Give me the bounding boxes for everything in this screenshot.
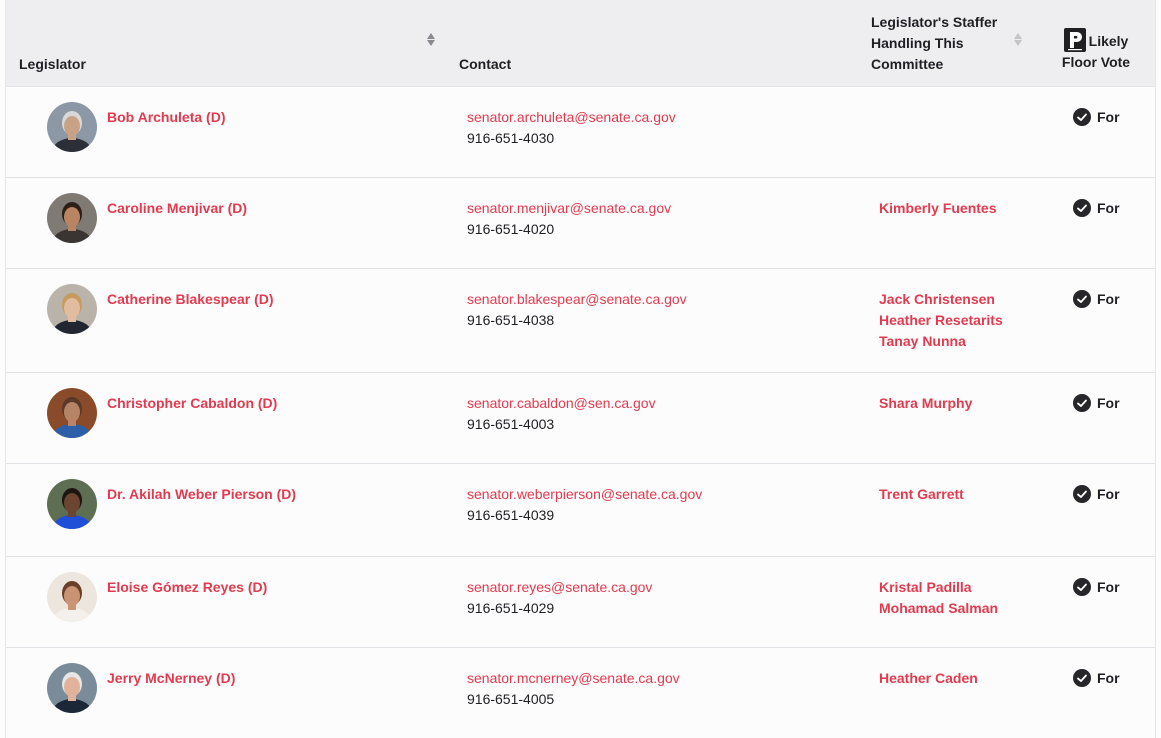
legislator-avatar[interactable]	[47, 193, 97, 243]
legislator-avatar[interactable]	[47, 102, 97, 152]
legislator-name-link[interactable]: Eloise Gómez Reyes (D)	[107, 577, 307, 598]
legislator-phone: 916-651-4029	[467, 600, 555, 616]
column-header-vote: Likely Floor Vote	[1056, 28, 1136, 73]
sort-staffer-icon[interactable]	[1013, 32, 1023, 50]
staffer-link[interactable]: Heather Caden	[879, 668, 978, 689]
table-row: Catherine Blakespear (D) senator.blakespe…	[6, 269, 1155, 373]
legislator-phone: 916-651-4020	[467, 221, 555, 237]
check-circle-icon	[1073, 485, 1091, 503]
column-header-legislator[interactable]: Legislator	[19, 54, 86, 75]
staffer-link[interactable]: Tanay Nunna	[879, 331, 1003, 352]
legislators-table: Legislator Contact Legislator's Staffer …	[5, 0, 1156, 738]
legislator-email-link[interactable]: senator.cabaldon@sen.ca.gov	[467, 393, 656, 414]
staffer-list: Heather Caden	[879, 668, 978, 689]
legislator-email-link[interactable]: senator.mcnerney@senate.ca.gov	[467, 668, 680, 689]
legislator-phone: 916-651-4039	[467, 507, 555, 523]
vote-label: For	[1097, 395, 1120, 411]
vote-status: For	[1073, 107, 1120, 128]
table-header: Legislator Contact Legislator's Staffer …	[6, 0, 1155, 87]
vote-label: For	[1097, 200, 1120, 216]
vote-status: For	[1073, 484, 1120, 505]
table-row: Dr. Akilah Weber Pierson (D) senator.webe…	[6, 464, 1155, 557]
vote-status: For	[1073, 668, 1120, 689]
legislator-name-link[interactable]: Catherine Blakespear (D)	[107, 289, 307, 310]
staffer-link[interactable]: Trent Garrett	[879, 484, 964, 505]
vote-label: For	[1097, 291, 1120, 307]
staffer-list: Kristal Padilla Mohamad Salman	[879, 577, 998, 619]
legislator-avatar[interactable]	[47, 388, 97, 438]
vote-status: For	[1073, 577, 1120, 598]
staffer-link[interactable]: Shara Murphy	[879, 393, 972, 414]
legislator-phone: 916-651-4030	[467, 130, 555, 146]
check-circle-icon	[1073, 669, 1091, 687]
legislator-name-link[interactable]: Dr. Akilah Weber Pierson (D)	[107, 484, 307, 505]
legislator-phone: 916-651-4005	[467, 691, 555, 707]
check-circle-icon	[1073, 290, 1091, 308]
staffer-link[interactable]: Heather Resetarits	[879, 310, 1003, 331]
vote-label: For	[1097, 486, 1120, 502]
staffer-link[interactable]: Jack Christensen	[879, 289, 1003, 310]
vote-label: For	[1097, 109, 1120, 125]
legislator-avatar[interactable]	[47, 572, 97, 622]
staffer-list: Kimberly Fuentes	[879, 198, 996, 219]
legislator-email-link[interactable]: senator.blakespear@senate.ca.gov	[467, 289, 687, 310]
p-logo-icon	[1063, 28, 1086, 52]
table-row: Christopher Cabaldon (D) senator.cabaldon…	[6, 373, 1155, 464]
table-row: Jerry McNerney (D) senator.mcnerney@senat…	[6, 648, 1155, 738]
legislator-avatar[interactable]	[47, 479, 97, 529]
check-circle-icon	[1073, 108, 1091, 126]
vote-status: For	[1073, 289, 1120, 310]
vote-label: For	[1097, 579, 1120, 595]
legislator-email-link[interactable]: senator.weberpierson@senate.ca.gov	[467, 484, 702, 505]
column-header-staffer[interactable]: Legislator's Staffer Handling This Commi…	[871, 12, 1021, 75]
legislator-name-link[interactable]: Caroline Menjivar (D)	[107, 198, 307, 219]
legislator-email-link[interactable]: senator.reyes@senate.ca.gov	[467, 577, 652, 598]
legislator-name-link[interactable]: Christopher Cabaldon (D)	[107, 393, 307, 414]
staffer-link[interactable]: Mohamad Salman	[879, 598, 998, 619]
legislator-phone: 916-651-4038	[467, 312, 555, 328]
table-row: Eloise Gómez Reyes (D) senator.reyes@sena…	[6, 557, 1155, 648]
check-circle-icon	[1073, 578, 1091, 596]
vote-status: For	[1073, 198, 1120, 219]
table-row: Bob Archuleta (D) senator.archuleta@senat…	[6, 87, 1155, 178]
sort-legislator-icon[interactable]	[426, 32, 436, 50]
vote-status: For	[1073, 393, 1120, 414]
table-body: Bob Archuleta (D) senator.archuleta@senat…	[6, 87, 1155, 738]
staffer-list: Shara Murphy	[879, 393, 972, 414]
legislator-phone: 916-651-4003	[467, 416, 555, 432]
check-circle-icon	[1073, 394, 1091, 412]
table-row: Caroline Menjivar (D) senator.menjivar@se…	[6, 178, 1155, 269]
staffer-link[interactable]: Kristal Padilla	[879, 577, 998, 598]
staffer-list: Trent Garrett	[879, 484, 964, 505]
legislator-name-link[interactable]: Bob Archuleta (D)	[107, 107, 307, 128]
legislator-email-link[interactable]: senator.archuleta@senate.ca.gov	[467, 107, 676, 128]
legislator-avatar[interactable]	[47, 284, 97, 334]
legislator-avatar[interactable]	[47, 663, 97, 713]
column-header-contact: Contact	[459, 56, 512, 72]
legislator-name-link[interactable]: Jerry McNerney (D)	[107, 668, 307, 689]
staffer-list: Jack Christensen Heather Resetarits Tanay …	[879, 289, 1003, 352]
staffer-link[interactable]: Kimberly Fuentes	[879, 198, 996, 219]
vote-label: For	[1097, 670, 1120, 686]
check-circle-icon	[1073, 199, 1091, 217]
legislator-email-link[interactable]: senator.menjivar@senate.ca.gov	[467, 198, 671, 219]
